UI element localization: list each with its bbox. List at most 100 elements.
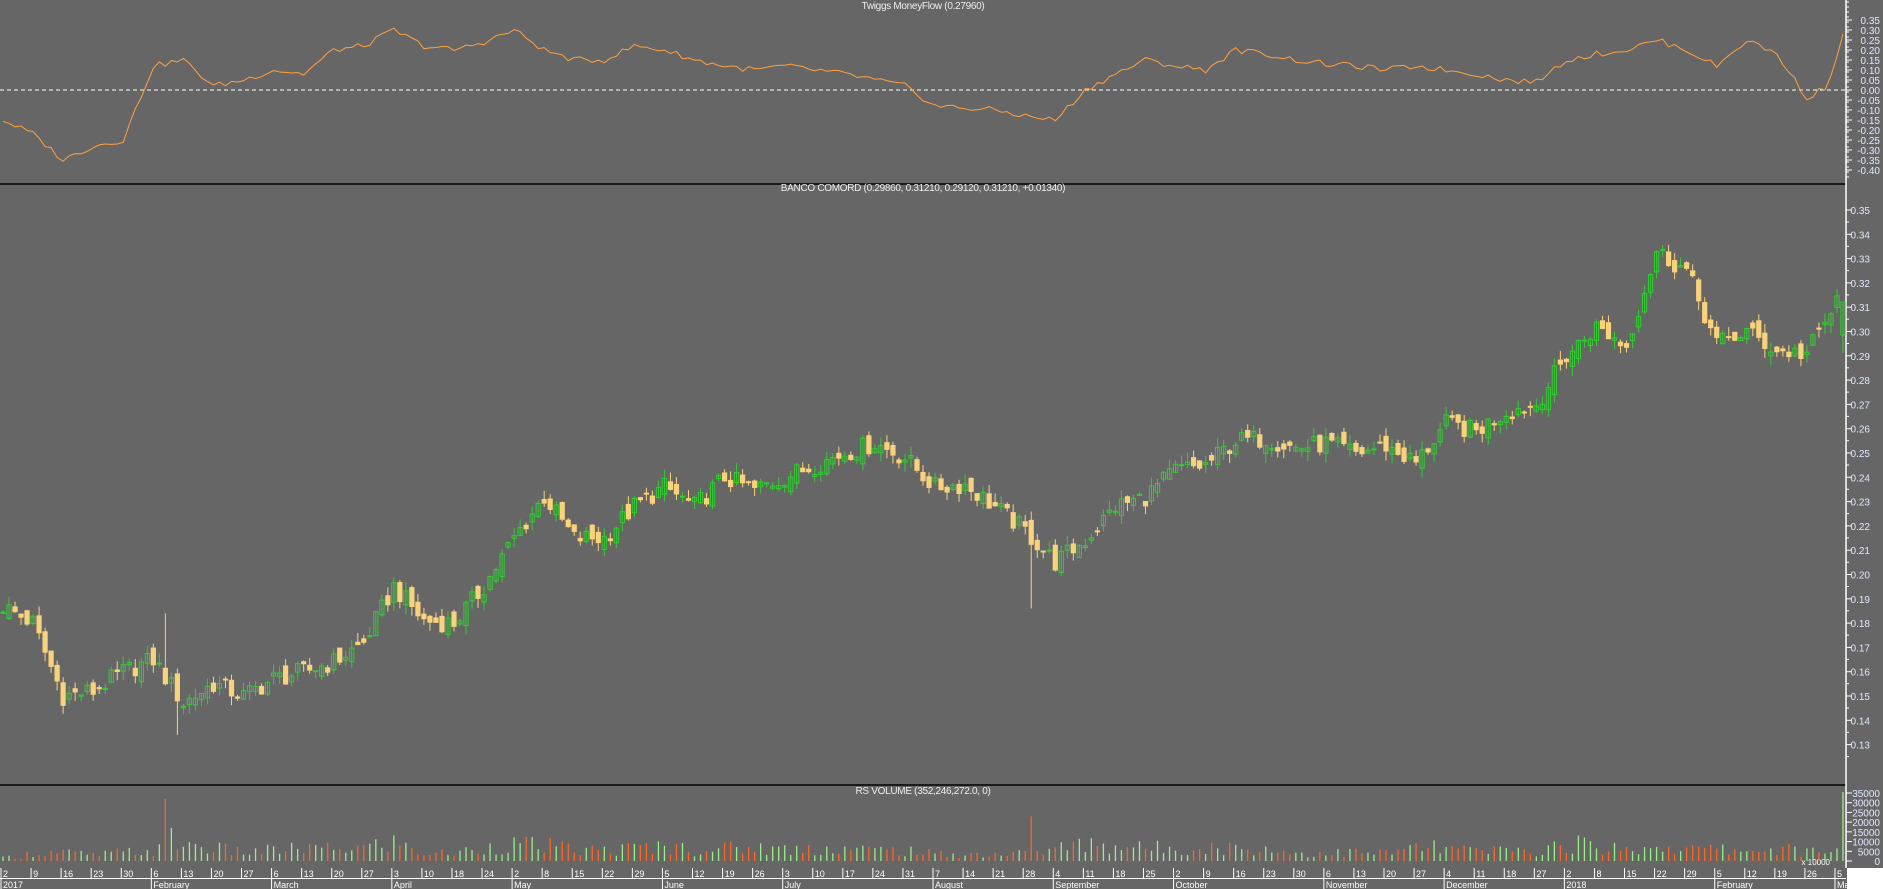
candle-down <box>836 452 842 459</box>
candle-down <box>18 613 24 618</box>
candle-down <box>361 638 367 643</box>
candle-down <box>114 669 120 673</box>
day-tick-label: 13 <box>183 869 193 879</box>
day-tick-label: 17 <box>845 869 855 879</box>
candle-down <box>48 650 54 667</box>
candle-down <box>1094 530 1100 533</box>
day-tick-label: 2 <box>3 869 8 879</box>
candle-down <box>1666 251 1672 267</box>
candle-down <box>752 480 758 488</box>
y-tick-label: 0.16 <box>1851 668 1871 679</box>
day-tick-label: 19 <box>1777 869 1787 879</box>
day-tick-label: 3 <box>785 869 790 879</box>
candle-down <box>643 492 650 495</box>
candle-down <box>1461 420 1467 437</box>
y-tick-label: 0.25 <box>1851 449 1871 460</box>
candle-down <box>1287 441 1293 446</box>
day-tick-label: 27 <box>1536 869 1546 879</box>
candle-down <box>1124 496 1131 503</box>
candle-down <box>1227 450 1233 454</box>
candle-down <box>228 679 235 697</box>
candle-down <box>1557 359 1563 365</box>
day-tick-label: 2 <box>514 869 519 879</box>
candle-down <box>1257 434 1263 448</box>
candle-down <box>1479 426 1485 434</box>
candle-down <box>1377 441 1383 444</box>
candle-down <box>920 471 926 482</box>
candle-down <box>1750 322 1756 329</box>
candle-down <box>896 459 902 464</box>
day-tick-label: 9 <box>1206 869 1211 879</box>
y-tick-label: 0 <box>1874 857 1880 868</box>
candle-down <box>1401 447 1407 462</box>
volume-title: RS VOLUME (352,246,272.0, 0) <box>855 786 991 797</box>
candle-down <box>1491 423 1497 426</box>
y-tick-label: 0.29 <box>1851 352 1871 363</box>
candle-down <box>523 524 529 530</box>
y-tick-label: 0.18 <box>1851 619 1871 630</box>
day-tick-label: 26 <box>1807 869 1817 879</box>
candle-down <box>439 615 445 633</box>
candle-down <box>703 498 710 505</box>
day-tick-label: 27 <box>244 869 254 879</box>
month-label: March <box>1837 880 1862 889</box>
candle-up <box>1112 510 1119 513</box>
candle-down <box>1623 343 1630 348</box>
candle-down <box>992 502 998 507</box>
candle-down <box>565 519 571 528</box>
candle-down <box>1353 442 1359 452</box>
candle-down <box>433 617 439 623</box>
y-tick-label: 0.22 <box>1851 522 1871 533</box>
day-tick-label: 24 <box>484 869 494 879</box>
month-label: June <box>664 880 684 889</box>
y-tick-label: 0.23 <box>1851 498 1871 509</box>
candle-down <box>60 682 66 706</box>
month-label: August <box>935 880 964 889</box>
day-tick-label: 16 <box>1236 869 1246 879</box>
month-label: April <box>394 880 412 889</box>
day-tick-label: 12 <box>1747 869 1757 879</box>
y-tick-label: 0.14 <box>1851 716 1871 727</box>
candle-down <box>1714 326 1720 339</box>
y-tick-label: 0.31 <box>1851 303 1871 314</box>
y-tick-label: 0.35 <box>1851 206 1871 217</box>
candle-down <box>685 498 692 501</box>
candle-down <box>914 459 920 471</box>
day-tick-label: 6 <box>153 869 158 879</box>
day-tick-label: 29 <box>634 869 644 879</box>
day-tick-label: 13 <box>304 869 314 879</box>
candle-down <box>800 467 806 473</box>
month-label: October <box>1176 880 1208 889</box>
candle-down <box>1275 447 1281 452</box>
day-tick-label: 14 <box>965 869 975 879</box>
candle-down <box>577 537 583 542</box>
candle-down <box>1816 327 1822 330</box>
candle-up <box>1178 464 1185 467</box>
day-tick-label: 31 <box>905 869 915 879</box>
candle-down <box>559 502 565 520</box>
candle-down <box>174 673 180 702</box>
y-tick-label: 0.17 <box>1851 643 1871 654</box>
day-tick-label: 9 <box>33 869 38 879</box>
candle-down <box>1756 320 1762 338</box>
day-tick-label: 18 <box>1506 869 1516 879</box>
day-tick-label: 15 <box>574 869 584 879</box>
day-tick-label: 10 <box>815 869 825 879</box>
y-tick-label: 0.15 <box>1851 692 1871 703</box>
candle-down <box>234 696 241 699</box>
candle-down <box>409 587 415 607</box>
candle-down <box>884 442 890 450</box>
candle-down <box>421 613 427 620</box>
candle-down <box>673 484 680 495</box>
candle-down <box>1196 460 1203 469</box>
candle-down <box>1780 348 1786 352</box>
candle-down <box>1010 512 1016 529</box>
y-tick-label: 0.26 <box>1851 425 1871 436</box>
day-tick-label: 8 <box>544 869 549 879</box>
stock-chart[interactable]: 0.350.300.250.200.150.100.050.00-0.05-0.… <box>0 0 1883 889</box>
candle-up <box>0 611 6 614</box>
candle-down <box>1395 443 1401 455</box>
candle-down <box>1383 435 1389 452</box>
candle-down <box>1052 544 1058 571</box>
day-tick-label: 6 <box>274 869 279 879</box>
